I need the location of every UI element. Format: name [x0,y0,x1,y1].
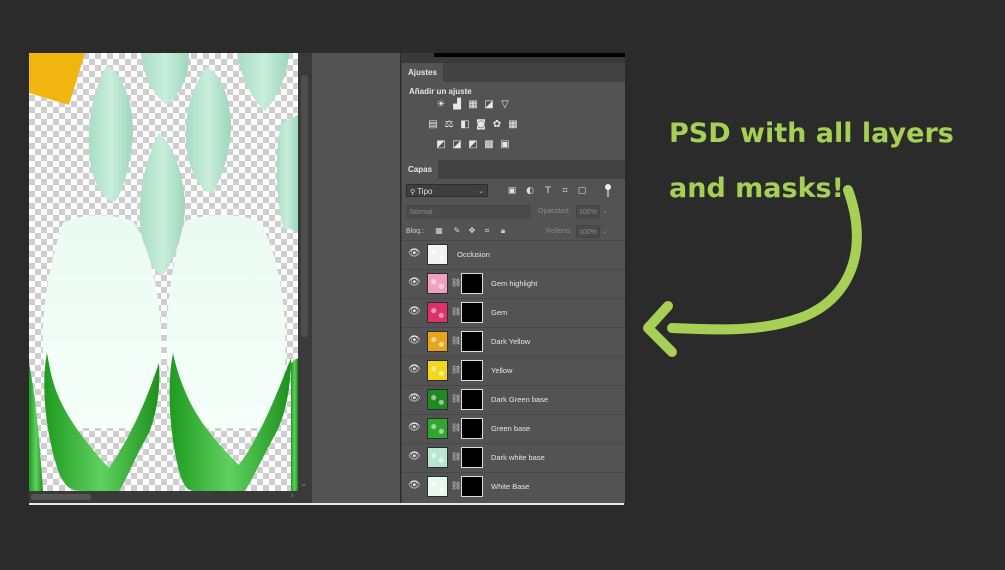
annotation-arrow-icon [643,185,862,357]
